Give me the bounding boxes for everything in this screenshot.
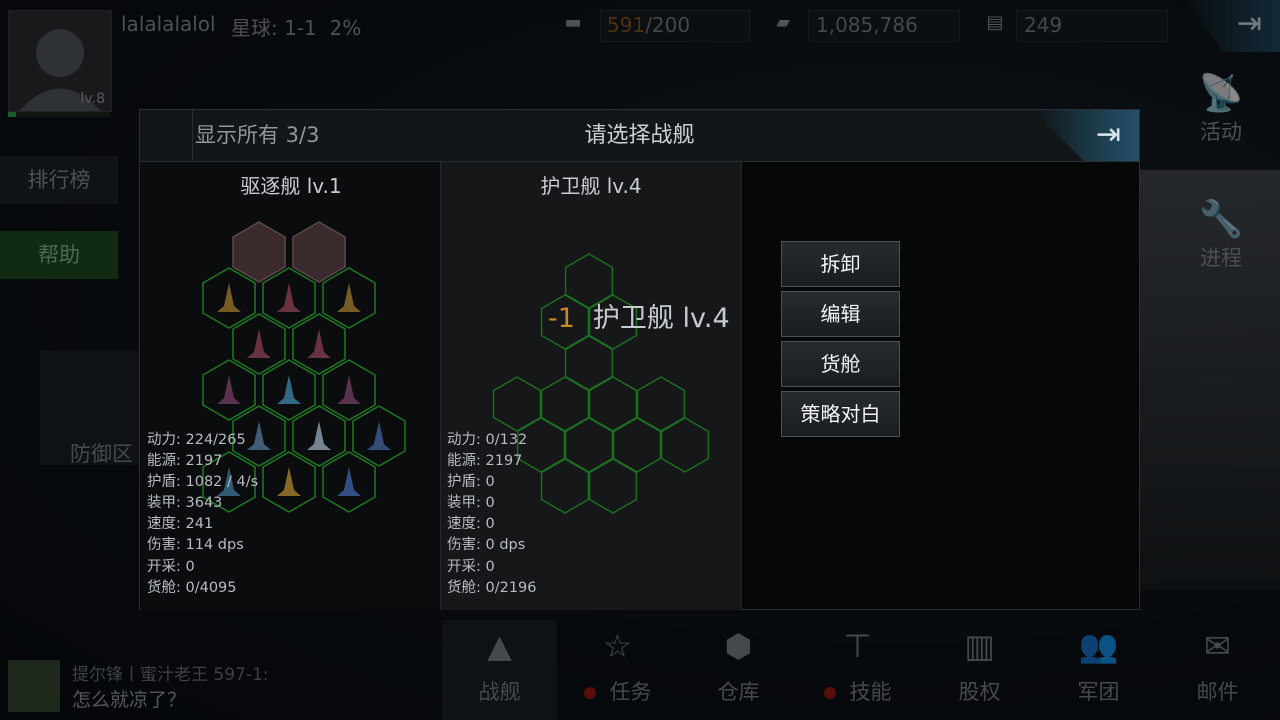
ship-module-icon: [247, 329, 271, 358]
stat-energy: 能源: 2197: [147, 453, 223, 470]
ship-module-icon: [277, 467, 301, 496]
ship-select-dialog: 显示所有 3/3 请选择战舰 ⇥ 驱逐舰 lv.1 动力: 224/265 能源…: [139, 109, 1140, 610]
ship-stats: 动力: 224/265 能源: 2197 护盾: 1082 / 4/s 装甲: …: [147, 430, 258, 599]
drag-ship-label: -1 护卫舰 lv.4: [548, 296, 730, 335]
stat-damage: 伤害: 0 dps: [447, 537, 526, 554]
stat-power: 动力: 0/132: [447, 432, 528, 448]
stat-power: 动力: 224/265: [147, 432, 246, 448]
stat-armor: 装甲: 3643: [147, 495, 223, 512]
drag-count: -1: [548, 303, 575, 334]
stat-armor: 装甲: 0: [447, 495, 495, 512]
ship-module-icon: [307, 421, 331, 450]
dialog-header: 显示所有 3/3 请选择战舰 ⇥: [140, 110, 1139, 162]
ship-module-icon: [337, 283, 361, 312]
edit-button[interactable]: 编辑: [781, 291, 900, 337]
ship-card-destroyer[interactable]: 驱逐舰 lv.1 动力: 224/265 能源: 2197 护盾: 1082 /…: [141, 162, 441, 610]
stat-damage: 伤害: 114 dps: [147, 537, 244, 554]
ship-module-icon: [217, 283, 241, 312]
stat-cargo: 货舱: 0/4095: [147, 579, 237, 596]
hex-slot: [232, 221, 286, 283]
stat-energy: 能源: 2197: [447, 453, 523, 470]
cargo-button[interactable]: 货舱: [781, 341, 900, 387]
ship-module-icon: [217, 375, 241, 404]
dialog-title: 请选择战舰: [584, 123, 695, 148]
ship-title: 驱逐舰 lv.1: [240, 174, 342, 198]
ship-stats: 动力: 0/132 能源: 2197 护盾: 0 装甲: 0 速度: 0 伤害:…: [447, 430, 537, 599]
stat-mining: 开采: 0: [447, 558, 495, 575]
ship-module-icon: [337, 375, 361, 404]
stat-cargo: 货舱: 0/2196: [447, 579, 537, 596]
stat-mining: 开采: 0: [147, 558, 195, 575]
stat-shield: 护盾: 1082 / 4/s: [147, 474, 259, 491]
stat-shield: 护盾: 0: [447, 474, 495, 491]
ship-module-icon: [307, 329, 331, 358]
drag-ship-name: 护卫舰 lv.4: [592, 303, 730, 334]
ship-module-icon: [367, 421, 391, 450]
ship-module-icon: [337, 467, 361, 496]
ship-module-icon: [277, 283, 301, 312]
dismantle-button[interactable]: 拆卸: [781, 241, 900, 287]
stat-speed: 速度: 0: [447, 516, 495, 533]
exit-icon: ⇥: [1095, 117, 1121, 152]
hex-slot: [292, 221, 346, 283]
strategy-dialog-button[interactable]: 策略对白: [781, 391, 900, 437]
ship-title: 护卫舰 lv.4: [540, 174, 642, 198]
ship-card-frigate[interactable]: 护卫舰 lv.4 动力: 0/132 能源: 2197 护盾: 0 装甲: 0 …: [440, 162, 742, 610]
stat-speed: 速度: 241: [147, 516, 214, 533]
ship-module-icon: [277, 375, 301, 404]
